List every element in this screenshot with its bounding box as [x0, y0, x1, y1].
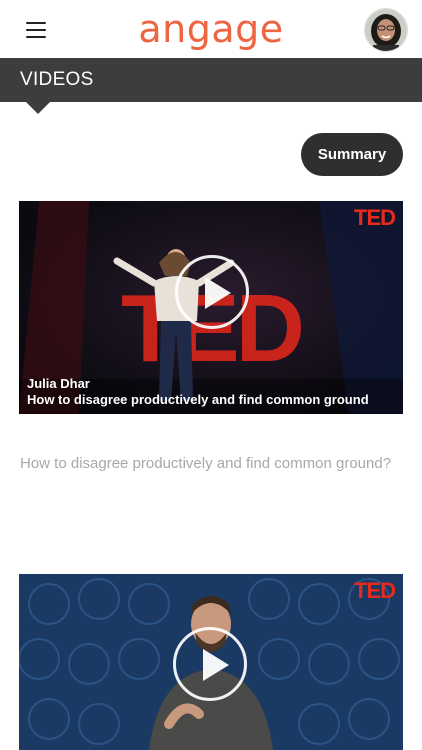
play-icon[interactable] — [173, 627, 247, 701]
app-logo: angage — [138, 7, 284, 51]
video-caption: Julia Dhar How to disagree productively … — [27, 376, 369, 408]
video-speaker: Julia Dhar — [27, 376, 90, 391]
section-header-pointer — [26, 102, 50, 114]
top-app-bar: angage — [0, 0, 422, 58]
summary-button[interactable]: Summary — [301, 133, 403, 176]
video-card-2[interactable]: TED — [19, 574, 403, 750]
video-card-1[interactable]: TED TED Julia Dhar How to disagree produ… — [19, 201, 403, 414]
ted-logo: TED — [354, 578, 396, 603]
ted-logo: TED — [354, 205, 396, 230]
avatar[interactable] — [364, 8, 408, 52]
video-description: How to disagree productively and find co… — [20, 455, 392, 472]
section-header: VIDEOS — [0, 58, 422, 102]
user-avatar-icon — [365, 9, 407, 51]
video-title: How to disagree productively and find co… — [27, 392, 369, 407]
play-icon[interactable] — [175, 255, 249, 329]
section-title: VIDEOS — [20, 69, 94, 90]
